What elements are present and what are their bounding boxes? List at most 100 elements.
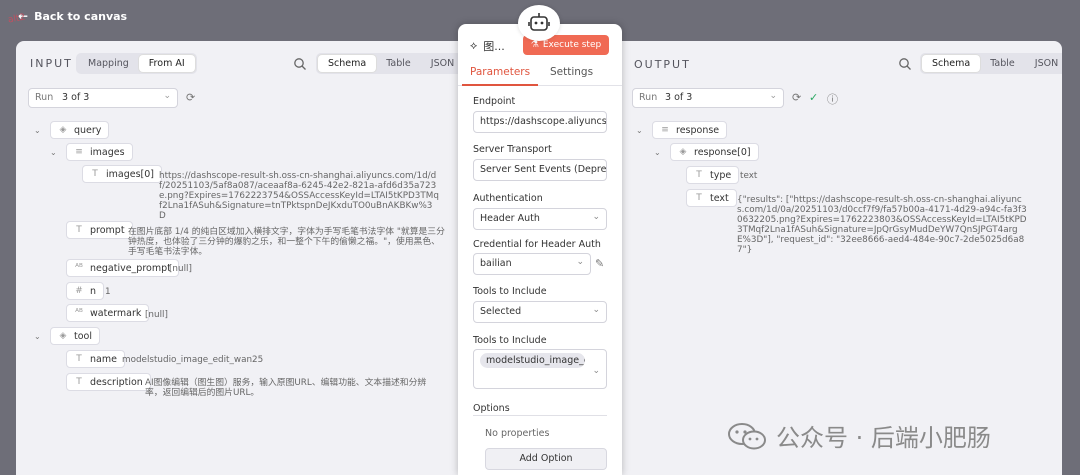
tools-include-value: Selected [480,306,522,317]
flask-icon: ⚗ [530,40,539,50]
chevron-down-icon: ⌄ [769,91,777,101]
tree-node-images[interactable]: ⌄ ≡ images [50,143,133,161]
chevron-down-icon: ⌄ [592,366,600,376]
tab-json[interactable]: JSON [421,55,462,72]
tree-node-description[interactable]: Tdescription [66,373,151,391]
node-label: query [74,124,102,136]
run-value: 3 of 3 [665,92,693,103]
tree-node-negative-prompt[interactable]: ᴬᴮ negative_prompt [66,259,179,277]
run-select[interactable]: Run 3 of 3 ⌄ [632,88,784,108]
tab-mapping[interactable]: Mapping [78,55,139,72]
tab-parameters[interactable]: Parameters [470,66,530,78]
node-parameters-panel: ⟡ 图... ⚗ Execute step Parameters Setting… [458,24,622,475]
input-panel: INPUT Mapping From AI Schema Table JSON … [16,41,462,475]
input-title: INPUT [30,57,73,70]
mcp-icon: ⟡ [470,39,478,52]
tree-node-tool[interactable]: ⌄ ◈ tool [34,327,100,345]
scribble-mark: alt2 [7,12,27,26]
transport-value: Server Sent Events (Deprecate [480,164,607,175]
tools-include-label: Tools to Include [473,286,547,297]
wechat-logo-icon [728,422,766,449]
node-label: watermark [90,307,142,319]
node-label: name [90,353,117,365]
caret-down-icon: ⌄ [34,125,41,135]
tree-node-name[interactable]: Tname [66,350,125,368]
images0-value: https://dashscope-result-sh.oss-cn-shang… [159,171,439,221]
back-to-canvas-link[interactable]: ← Back to canvas [18,9,127,23]
chevron-down-icon: ⌄ [592,305,600,315]
tree-node-response0[interactable]: ⌄ ◈ response[0] [654,143,759,161]
node-label: images[0] [106,168,154,180]
object-icon: ◈ [59,331,67,341]
info-icon[interactable]: ⓘ [827,91,838,107]
node-header: ⟡ 图... [470,38,505,54]
refresh-icon[interactable]: ⟳ [792,91,801,104]
tool-chip[interactable]: modelstudio_image_e [480,353,585,368]
tab-schema[interactable]: Schema [318,55,377,72]
node-label: type [710,169,732,181]
tab-table[interactable]: Table [980,55,1025,72]
pencil-icon[interactable]: ✎ [595,257,604,270]
node-label: tool [74,330,92,342]
caret-down-icon: ⌄ [50,147,57,157]
auth-select[interactable]: Header Auth ⌄ [473,208,607,230]
search-icon[interactable] [898,57,912,71]
tree-node-watermark[interactable]: ᴬᴮ watermark [66,304,150,322]
type-value: text [740,171,758,181]
tree-node-type[interactable]: Ttype [686,166,740,184]
caret-down-icon: ⌄ [636,125,643,135]
tree-node-n[interactable]: # n [66,282,105,300]
n-value: 1 [105,287,111,297]
tab-from-ai[interactable]: From AI [138,55,195,72]
search-icon[interactable] [293,57,307,71]
text-type-icon: T [696,193,702,203]
tools-include-select[interactable]: Selected ⌄ [473,301,607,323]
text-type-icon: T [92,169,98,179]
null-type-icon: ᴬᴮ [75,263,83,273]
tab-json[interactable]: JSON [1025,55,1062,72]
text-type-icon: T [76,377,82,387]
tab-schema[interactable]: Schema [922,55,981,72]
node-title: 图... [483,40,505,53]
node-label: n [90,285,97,297]
text-type-icon: T [76,354,82,364]
tools-multiselect[interactable]: modelstudio_image_e ⌄ [473,349,607,389]
check-circle-icon: ✓ [809,91,819,104]
tree-node-images0[interactable]: Timages[0] [82,165,162,183]
node-label: negative_prompt [90,262,171,274]
tree-node-text[interactable]: Ttext [686,189,737,207]
run-label: Run [639,92,658,103]
output-panel: OUTPUT Schema Table JSON Run 3 of 3 ⌄ ⟳ … [618,41,1062,475]
tree-node-prompt[interactable]: Tprompt [66,221,133,239]
run-select[interactable]: Run 3 of 3 ⌄ [28,88,178,108]
node-label: response [676,124,720,136]
add-option-button[interactable]: Add Option [485,448,607,470]
robot-icon [528,13,550,31]
endpoint-input[interactable]: https://dashscope.aliyuncs.co [473,111,607,133]
tab-table[interactable]: Table [376,55,421,72]
refresh-icon[interactable]: ⟳ [186,91,195,104]
transport-select[interactable]: Server Sent Events (Deprecate [473,159,607,181]
tree-node-response[interactable]: ⌄ ≡ response [636,121,728,139]
ai-assistant-button[interactable] [518,5,560,41]
watermark-value: [null] [145,310,168,320]
endpoint-label: Endpoint [473,96,516,107]
text-value: {"results": ["https://dashscope-result-s… [737,195,1027,255]
options-divider [473,415,607,416]
tab-settings[interactable]: Settings [550,66,593,78]
name-value: modelstudio_image_edit_wan25 [122,355,264,365]
credential-label: Credential for Header Auth [473,239,601,250]
array-icon: ≡ [75,147,83,157]
credential-value: bailian [480,258,512,269]
description-value: AI图像编辑（图生图）服务，输入原图URL、编辑功能、文本描述和分辨率，返回编辑… [145,378,427,398]
credential-select[interactable]: bailian ⌄ [473,253,591,275]
number-type-icon: # [75,286,83,296]
negative-prompt-value: [null] [169,264,192,274]
text-type-icon: T [696,170,702,180]
no-properties-text: No properties [485,428,550,439]
tree-node-query[interactable]: ⌄ ◈ query [34,121,110,139]
node-label: description [90,376,143,388]
watermark-text: 公众号 · 后端小肥肠 [776,424,991,452]
active-tab-indicator [462,84,538,86]
caret-down-icon: ⌄ [34,331,41,341]
